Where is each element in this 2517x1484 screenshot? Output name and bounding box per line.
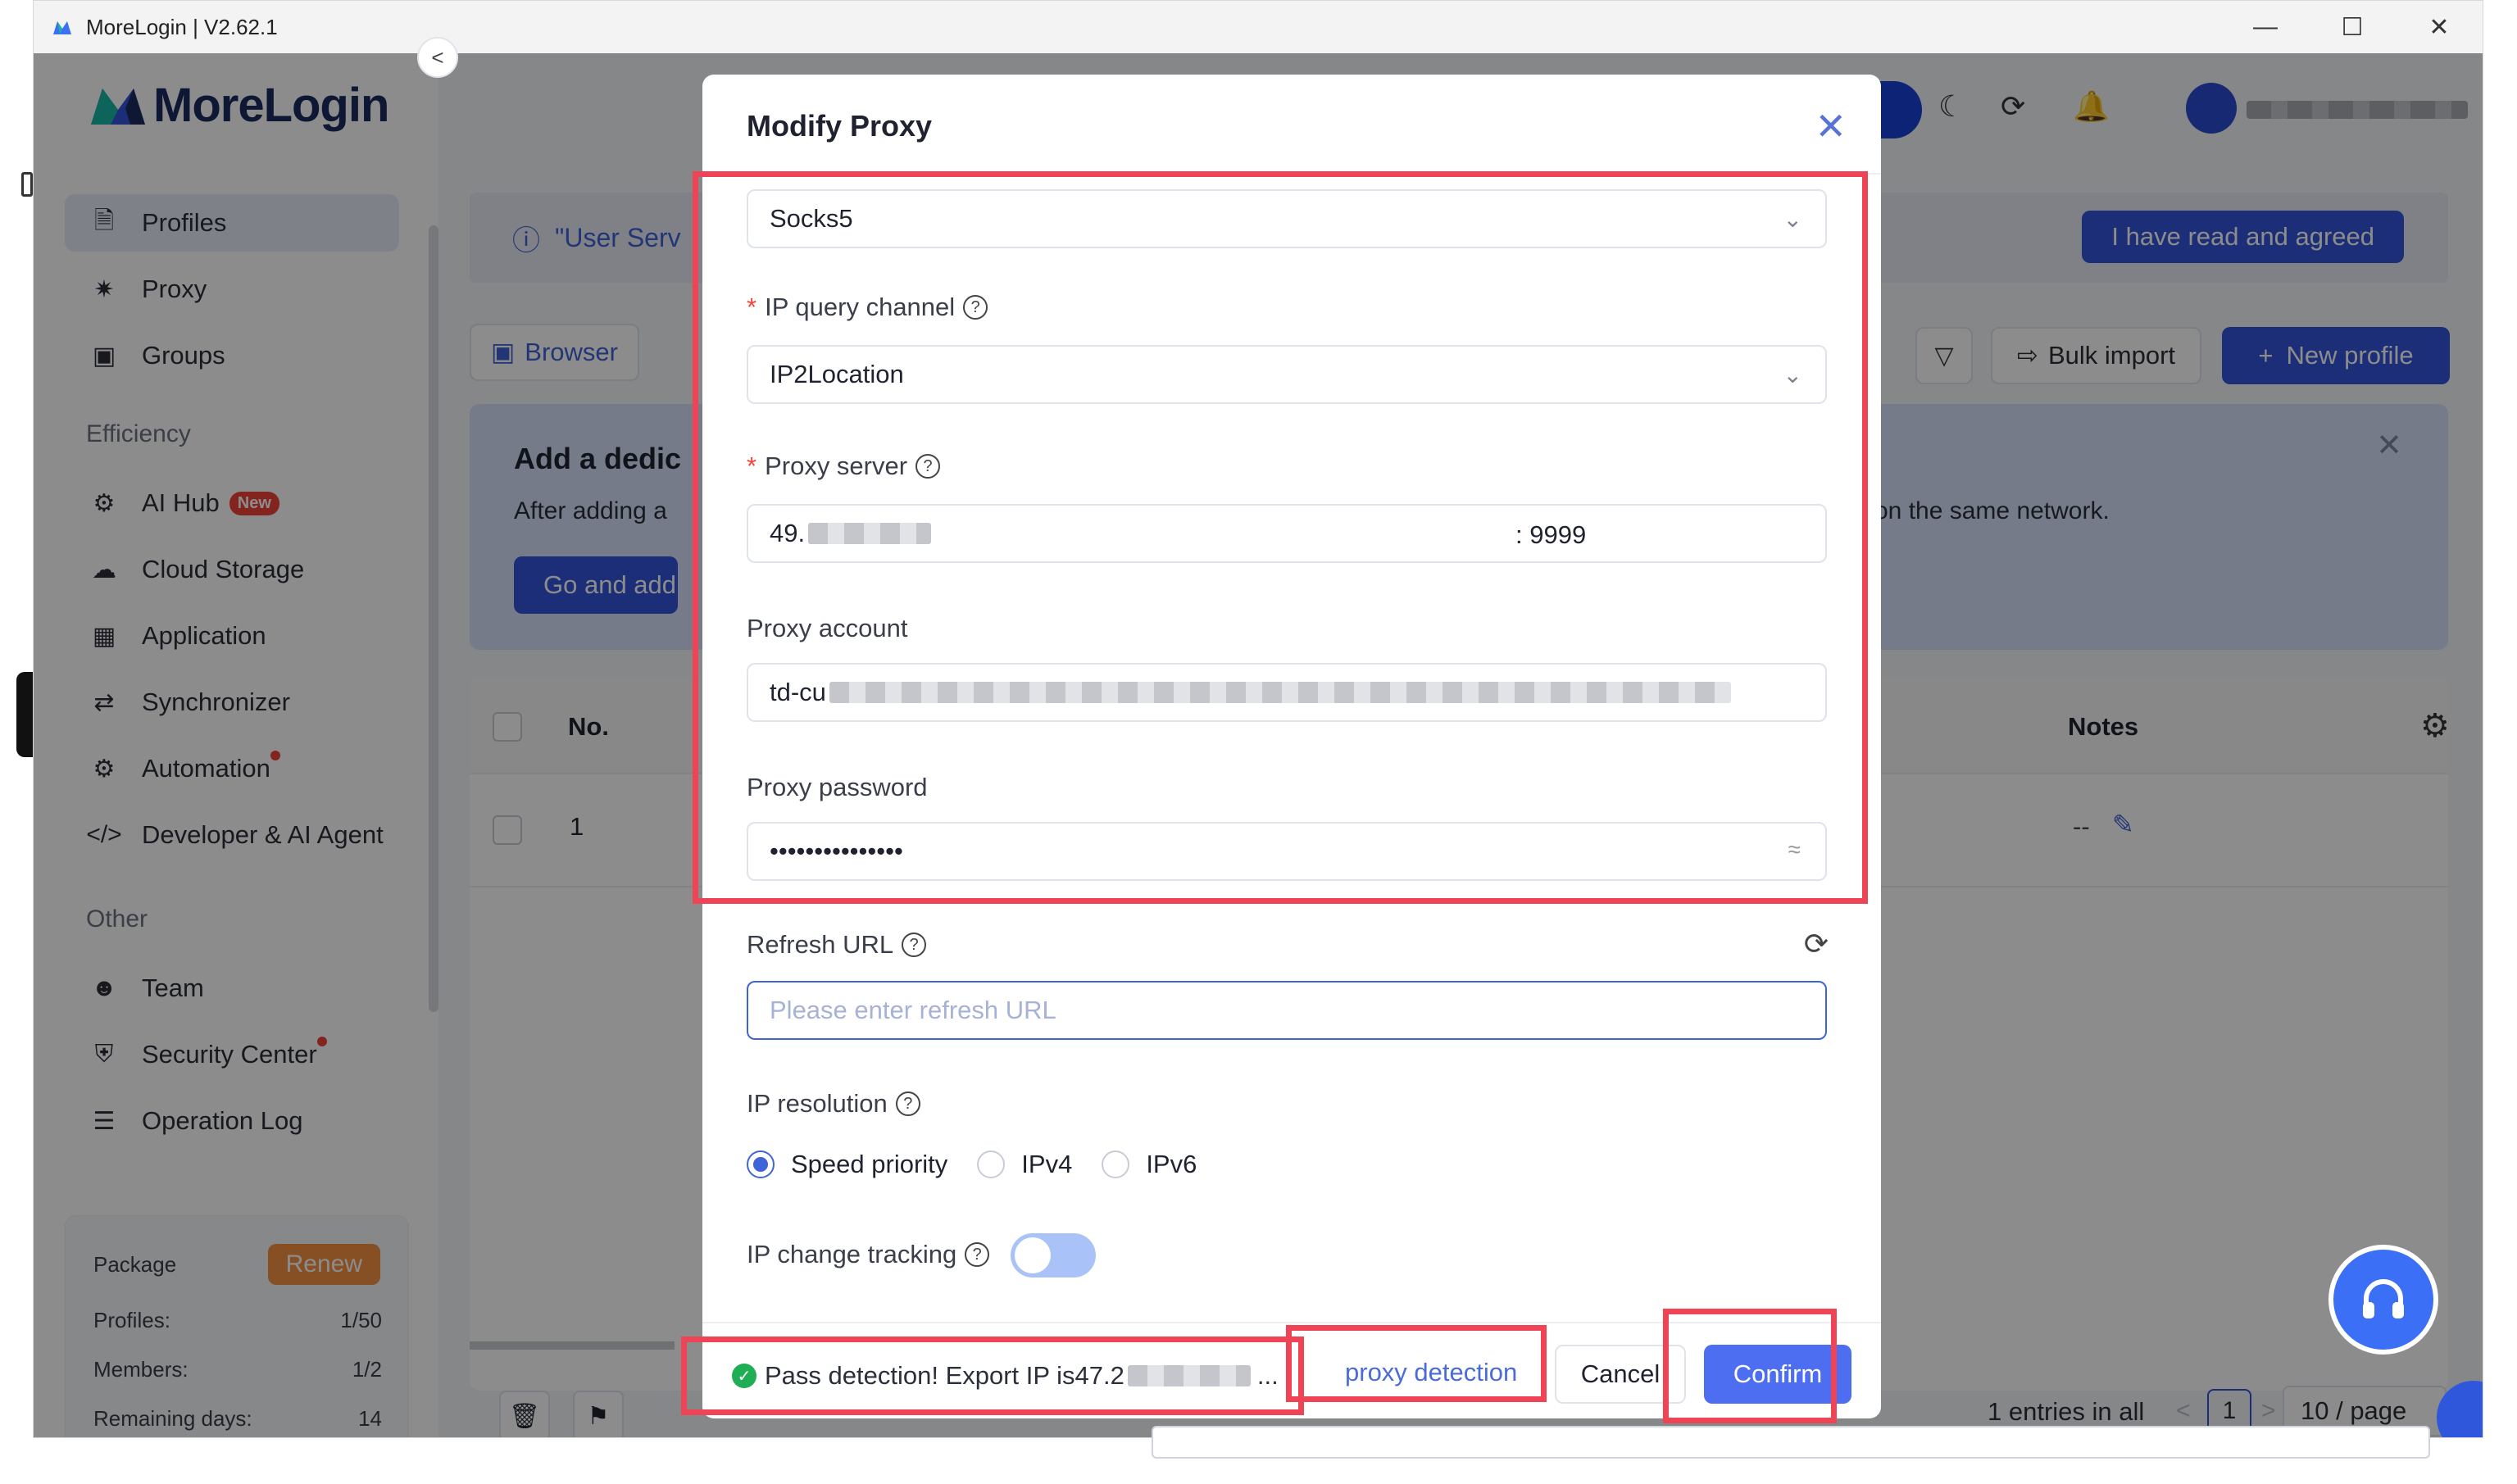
ip-query-value: IP2Location [770, 360, 904, 388]
proxy-server-label-text: Proxy server [765, 452, 908, 480]
divider [702, 1322, 1881, 1323]
proxy-server-host: 49. [770, 519, 806, 547]
headset-glyph [2363, 1279, 2404, 1318]
proxy-detection-link[interactable]: proxy detection [1345, 1358, 1517, 1387]
required-marker: * [747, 293, 757, 321]
help-icon[interactable]: ? [965, 1242, 990, 1267]
cancel-button[interactable]: Cancel [1555, 1345, 1686, 1404]
proxy-server-port: : 9999 [1515, 520, 1587, 549]
minimize-icon[interactable]: — [2222, 1, 2309, 53]
refresh-url-input[interactable]: Please enter refresh URL [747, 981, 1827, 1040]
dialog-title: Modify Proxy [747, 109, 933, 143]
proxy-type-select[interactable]: Socks5 ⌄ [747, 189, 1827, 248]
radio-button[interactable] [977, 1150, 1006, 1178]
proxy-account-input[interactable]: td-cu [747, 663, 1827, 722]
redacted-ip [1127, 1365, 1251, 1386]
refresh-url-label: Refresh URL ? [747, 930, 927, 960]
help-icon[interactable]: ? [963, 295, 988, 320]
proxy-account-label-text: Proxy account [747, 614, 908, 642]
radio-label: IPv6 [1146, 1150, 1197, 1178]
maximize-icon[interactable]: ☐ [2309, 1, 2396, 53]
refresh-url-placeholder: Please enter refresh URL [770, 996, 1056, 1024]
chevron-down-icon: ⌄ [1783, 206, 1802, 232]
proxy-server-label: * Proxy server ? [747, 452, 941, 481]
ip-query-select[interactable]: IP2Location ⌄ [747, 345, 1827, 404]
refresh-url-label-text: Refresh URL [747, 930, 894, 959]
eye-closed-icon[interactable]: ≈ [1788, 837, 1801, 863]
ip-query-label-text: IP query channel [765, 293, 956, 321]
detection-ellipsis: ... [1256, 1361, 1279, 1390]
radio-label: Speed priority [791, 1150, 948, 1178]
desktop-icon [21, 172, 33, 197]
proxy-password-input[interactable]: ••••••••••••••• ≈ [747, 822, 1827, 881]
window-controls: — ☐ ✕ [2222, 1, 2483, 53]
radio-ipv4[interactable]: IPv4 [977, 1150, 1072, 1179]
ip-change-tracking-label: IP change tracking ? [747, 1240, 990, 1269]
help-icon[interactable]: ? [895, 1091, 920, 1116]
ip-resolution-label-text: IP resolution [747, 1089, 888, 1118]
headset-icon[interactable] [2328, 1245, 2438, 1355]
detection-result: ✓ Pass detection! Export IP is47.2 ... [732, 1361, 1279, 1391]
redacted-host [808, 523, 932, 544]
app-window: MoreLogin | V2.62.1 — ☐ ✕ MoreLogin 🗎 Pr… [33, 0, 2483, 1438]
divider [702, 173, 1881, 175]
proxy-password-label: Proxy password [747, 773, 928, 802]
desktop-right-area [2483, 0, 2517, 1484]
modify-proxy-dialog: Modify Proxy ✕ Socks5 ⌄ * IP query chann… [702, 75, 1881, 1418]
help-icon[interactable]: ? [915, 454, 941, 479]
radio-label: IPv4 [1021, 1150, 1073, 1178]
ip-change-tracking-toggle[interactable] [1011, 1233, 1096, 1278]
morelogin-app-icon [53, 21, 71, 34]
ip-resolution-label: IP resolution ? [747, 1089, 920, 1119]
title-bar: MoreLogin | V2.62.1 — ☐ ✕ [34, 1, 2483, 53]
help-icon[interactable]: ? [902, 933, 927, 957]
refresh-icon[interactable]: ⟳ [1804, 927, 1829, 961]
proxy-password-label-text: Proxy password [747, 773, 928, 801]
radio-button-selected[interactable] [747, 1150, 775, 1178]
radio-button[interactable] [1102, 1150, 1130, 1178]
proxy-password-value: ••••••••••••••• [770, 837, 903, 865]
ip-change-label-text: IP change tracking [747, 1240, 957, 1268]
proxy-account-value: td-cu [770, 678, 826, 706]
proxy-server-input[interactable]: 49. : 9999 [747, 504, 1827, 563]
check-circle-icon: ✓ [732, 1364, 756, 1388]
detection-message: Pass detection! Export IP is47.2 [765, 1361, 1124, 1390]
confirm-button[interactable]: Confirm [1704, 1345, 1851, 1404]
radio-ipv6[interactable]: IPv6 [1102, 1150, 1197, 1179]
close-icon[interactable]: ✕ [1815, 104, 1847, 148]
ip-query-label: * IP query channel ? [747, 293, 988, 322]
proxy-type-value: Socks5 [770, 204, 853, 233]
ip-resolution-radio-group: Speed priority IPv4 IPv6 [747, 1150, 1226, 1179]
background-command-line [1152, 1426, 2430, 1459]
collapse-sidebar-button[interactable]: < [417, 37, 458, 78]
required-marker: * [747, 452, 757, 480]
radio-speed-priority[interactable]: Speed priority [747, 1150, 947, 1179]
window-title: MoreLogin | V2.62.1 [86, 14, 278, 39]
proxy-account-label: Proxy account [747, 614, 907, 643]
desktop-edge-widget [16, 672, 34, 757]
close-window-icon[interactable]: ✕ [2396, 1, 2483, 53]
redacted-account [829, 682, 1731, 703]
chevron-down-icon: ⌄ [1783, 362, 1802, 388]
